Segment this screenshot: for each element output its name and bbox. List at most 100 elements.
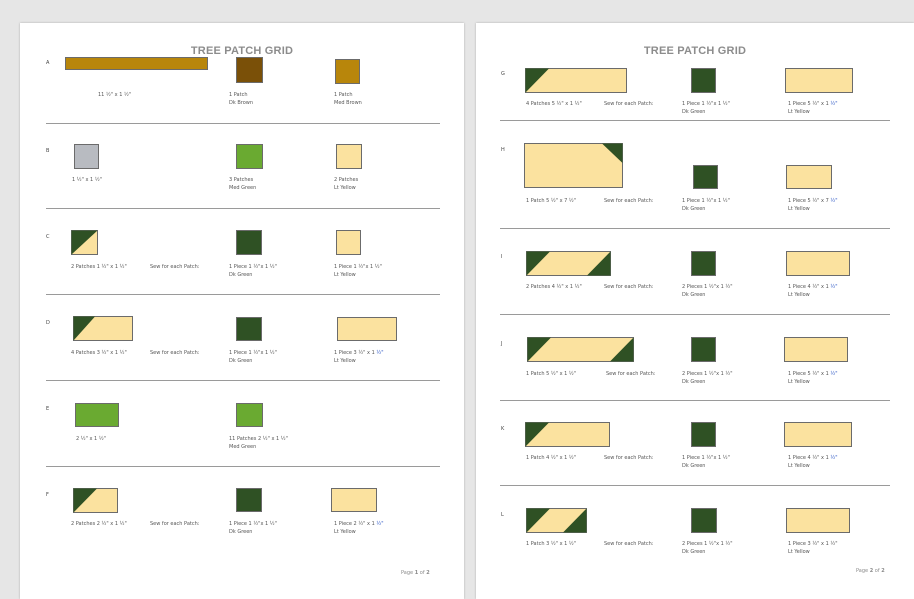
lt-yellow-patch (784, 337, 848, 362)
piece-caption: 1 Piece 1 ½"x 1 ½" Dk Green (229, 264, 277, 278)
patch-size-caption: 1 Patch 4 ½" x 1 ½" (526, 455, 577, 461)
dk-green-patch (236, 488, 262, 512)
med-green-patch (236, 144, 263, 169)
sew-instruction: Sew for each Patch: (604, 455, 654, 461)
row-letter: H (501, 147, 505, 153)
document-page-1: TREE PATCH GRID A 11 ½" x 1 ½" 1 Patch Dk… (20, 23, 464, 599)
row-divider (500, 400, 890, 401)
row-letter: L (501, 512, 504, 518)
row-letter: C (46, 234, 50, 240)
piece-caption: 2 Pieces 1 ½"x 1 ½" Dk Green (682, 541, 733, 555)
piece-caption: 2 Pieces 1 ½"x 1 ½" Dk Green (682, 371, 733, 385)
dk-green-patch (236, 230, 262, 255)
piece-caption: 1 Piece 1 ½"x 1 ½" Dk Green (229, 521, 277, 535)
row-letter: E (46, 406, 50, 412)
sew-instruction: Sew for each Patch: (150, 264, 200, 270)
row-divider (46, 208, 440, 209)
piece-caption: 2 Pieces 1 ½"x 1 ½" Dk Green (682, 284, 733, 298)
lt-yellow-patch (786, 251, 850, 276)
piece-caption: 1 Piece 4 ½" x 1 ½" Lt Yellow (788, 455, 838, 469)
sew-instruction: Sew for each Patch: (606, 371, 656, 377)
row-divider (46, 123, 440, 124)
piece-caption: 1 Piece 2 ½" x 1 ½" Lt Yellow (334, 521, 384, 535)
row-divider (46, 294, 440, 295)
page-number: Page 1 of 2 (401, 570, 430, 576)
dk-brown-patch (236, 57, 263, 83)
patch-size-caption: 4 Patches 5 ½" x 1 ½" (526, 101, 582, 107)
row-letter: I (501, 254, 503, 260)
patch-size-caption: 4 Patches 3 ½" x 1 ½" (71, 350, 127, 356)
row-divider (500, 314, 890, 315)
lt-yellow-patch (336, 144, 362, 169)
document-page-2: TREE PATCH GRID G 4 Patches 5 ½" x 1 ½" … (476, 23, 914, 599)
dk-green-patch (691, 508, 717, 533)
lt-yellow-patch (331, 488, 377, 512)
dk-green-patch (236, 317, 262, 341)
piece-caption: 11 Patches 2 ½" x 1 ½" Med Green (229, 436, 288, 450)
sew-instruction: Sew for each Patch: (604, 101, 654, 107)
flying-geese-patch (526, 508, 587, 533)
flying-geese-patch (525, 68, 627, 93)
corner-cut-patch (524, 143, 623, 188)
flying-geese-patch (73, 316, 133, 341)
gold-strip-patch (65, 57, 208, 70)
sew-instruction: Sew for each Patch: (604, 198, 654, 204)
patch-size-caption: 2 Patches 1 ½" x 1 ½" (71, 264, 127, 270)
piece-caption: 1 Piece 5 ½" x 1 ½" Lt Yellow (788, 371, 838, 385)
med-brown-patch (335, 59, 360, 84)
dk-green-patch (691, 337, 716, 362)
lt-yellow-patch (784, 422, 852, 447)
patch-size-caption: 1 ½" x 1 ½" (72, 177, 102, 183)
piece-caption: 2 Patches Lt Yellow (334, 177, 359, 191)
flying-geese-patch (526, 251, 611, 276)
piece-caption: 1 Piece 1 ½"x 1 ½" Dk Green (682, 101, 730, 115)
piece-caption: 1 Patch Med Brown (334, 92, 362, 106)
patch-size-caption: 1 Patch 5 ½" x 7 ½" (526, 198, 577, 204)
lt-yellow-patch (786, 165, 832, 189)
lt-yellow-patch (786, 508, 850, 533)
patch-size-caption: 2 Patches 4 ½" x 1 ½" (526, 284, 582, 290)
sew-instruction: Sew for each Patch: (150, 350, 200, 356)
flying-geese-patch (527, 337, 634, 362)
gray-patch (74, 144, 99, 169)
piece-caption: 1 Piece 1 ½"x 1 ½" Dk Green (229, 350, 277, 364)
row-letter: J (501, 341, 503, 347)
sew-instruction: Sew for each Patch: (604, 541, 654, 547)
row-divider (500, 120, 890, 121)
dk-green-patch (691, 422, 716, 447)
lt-yellow-patch (337, 317, 397, 341)
piece-caption: 1 Piece 1 ½"x 1 ½" Lt Yellow (334, 264, 382, 278)
med-green-patch (236, 403, 263, 427)
row-letter: B (46, 148, 50, 154)
flying-geese-patch (73, 488, 118, 513)
page-number: Page 2 of 2 (856, 568, 885, 574)
piece-caption: 1 Piece 1 ½"x 1 ½" Dk Green (682, 198, 730, 212)
dk-green-patch (691, 68, 716, 93)
flying-geese-patch (525, 422, 610, 447)
lt-yellow-patch (785, 68, 853, 93)
patch-size-caption: 11 ½" x 1 ½" (98, 92, 132, 98)
row-letter: K (501, 426, 505, 432)
piece-caption: 1 Piece 3 ½" x 1 ½" Lt Yellow (334, 350, 384, 364)
dk-green-patch (691, 251, 716, 276)
row-letter: D (46, 320, 50, 326)
row-letter: G (501, 71, 505, 77)
piece-caption: 1 Piece 5 ½" x 1 ½" Lt Yellow (788, 101, 838, 115)
piece-caption: 1 Piece 4 ½" x 1 ½" Lt Yellow (788, 284, 838, 298)
patch-size-caption: 1 Patch 3 ½" x 1 ½" (526, 541, 577, 547)
piece-caption: 3 Patches Med Green (229, 177, 257, 191)
piece-caption: 1 Patch Dk Brown (229, 92, 254, 106)
row-divider (46, 380, 440, 381)
piece-caption: 1 Piece 3 ½" x 1 ½" Lt Yellow (788, 541, 838, 555)
patch-size-caption: 1 Patch 5 ½" x 1 ½" (526, 371, 577, 377)
page-title: TREE PATCH GRID (190, 45, 294, 57)
page-title: TREE PATCH GRID (643, 45, 747, 57)
half-square-triangle-patch (71, 230, 98, 255)
piece-caption: 1 Piece 5 ½" x 7 ½" Lt Yellow (788, 198, 838, 212)
row-letter: A (46, 60, 50, 66)
sew-instruction: Sew for each Patch: (150, 521, 200, 527)
row-divider (500, 485, 890, 486)
patch-size-caption: 2 ½" x 1 ½" (76, 436, 106, 442)
piece-caption: 1 Piece 1 ½"x 1 ½" Dk Green (682, 455, 730, 469)
row-divider (500, 228, 890, 229)
